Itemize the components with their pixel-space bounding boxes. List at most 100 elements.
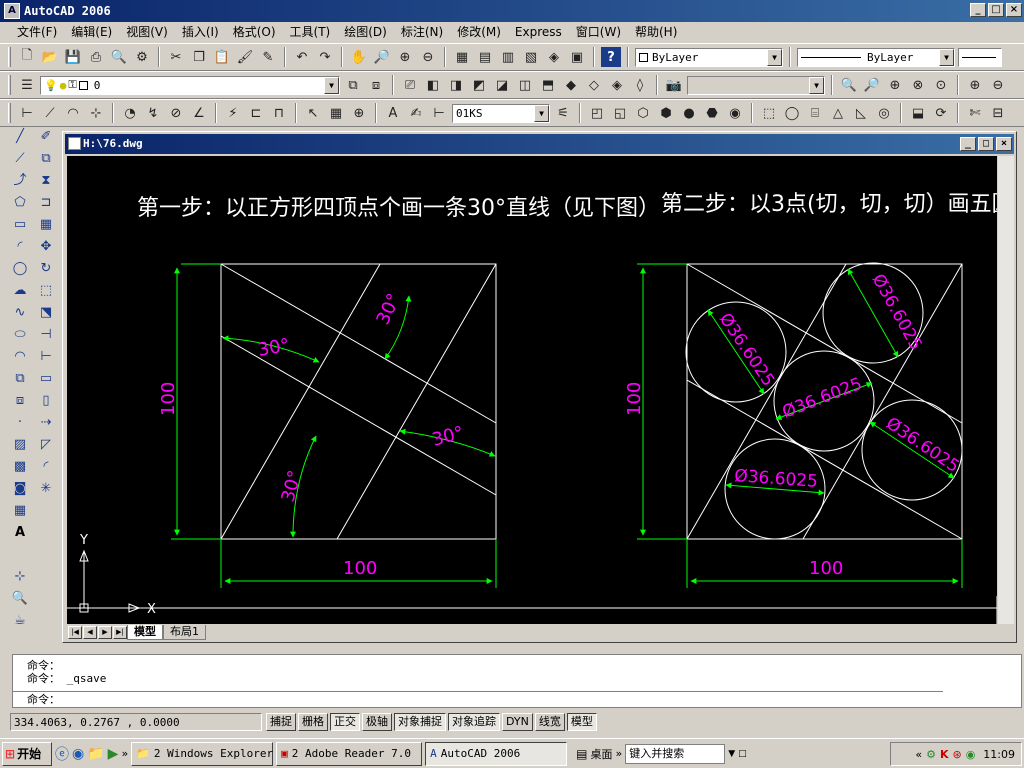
menu-edit[interactable]: 编辑(E) [64,23,119,41]
section-icon[interactable]: ⊟ [988,103,1008,123]
maximize-button[interactable]: □ [988,3,1004,17]
dropdown-arrow-icon[interactable]: ▼ [767,48,782,66]
layer-previous-icon[interactable]: ⧈ [366,75,386,95]
revolve-icon[interactable]: ⟳ [931,103,951,123]
menu-modify[interactable]: 修改(M) [450,23,508,41]
print-icon[interactable]: ⎙ [86,47,106,67]
search-dropdown-icon[interactable]: ▼ [728,749,735,759]
cylinder-icon[interactable]: ⌸ [805,103,825,123]
start-button[interactable]: ⊞ 开始 [2,741,52,766]
dropdown-arrow-icon[interactable]: ▼ [534,104,549,122]
zoom-icon[interactable]: 🔍 [10,588,30,609]
materials-icon[interactable]: ● [679,103,699,123]
linetype-combo[interactable]: ByLayer ▼ [797,47,955,67]
dimension-edit-icon[interactable]: A [383,103,403,123]
open-folder-icon[interactable]: 📂 [40,47,60,67]
right-view-icon[interactable]: ◪ [492,75,512,95]
toolbar-grip[interactable] [8,103,11,123]
copy-icon[interactable]: ❐ [189,47,209,67]
tab-model[interactable]: 模型 [127,625,163,640]
fillet-icon[interactable]: ◜ [36,456,56,477]
desktop-toolbar-label[interactable]: 桌面 [591,746,613,762]
zoom-dynamic-icon[interactable]: 🔎 [862,75,882,95]
array-icon[interactable]: ▦ [36,214,56,235]
dimension-style-icon[interactable]: ⚟ [553,103,573,123]
copy-object-icon[interactable]: ⧉ [36,148,56,169]
extend-icon[interactable]: ⊢ [36,346,56,367]
menu-file[interactable]: 文件(F) [10,23,64,41]
mapping-icon[interactable]: ⬣ [702,103,722,123]
line-icon[interactable]: ╱ [10,126,30,147]
toolbar-more-icon[interactable]: » [616,747,623,760]
status-lineweight-button[interactable]: 线宽 [534,713,565,731]
revision-cloud-icon[interactable]: ☁ [10,280,30,301]
properties-icon[interactable]: ▦ [452,47,472,67]
sw-iso-view-icon[interactable]: ◆ [561,75,581,95]
nw-iso-view-icon[interactable]: ◊ [630,75,650,95]
tray-expand-icon[interactable]: « [915,748,922,761]
prev-tab-icon[interactable]: ◀ [83,626,97,639]
markup-icon[interactable]: ◈ [544,47,564,67]
coordinate-readout[interactable]: 334.4063, 0.2767 , 0.0000 [10,713,262,731]
layer-manager-icon[interactable]: ☰ [17,75,37,95]
dropdown-arrow-icon[interactable]: ▼ [939,48,954,66]
color-combo[interactable]: ByLayer ▼ [635,47,783,67]
chamfer-icon[interactable]: ◸ [36,434,56,455]
zoom-window-icon[interactable]: 🔍 [839,75,859,95]
menu-format[interactable]: 格式(O) [226,23,283,41]
extrude-icon[interactable]: ⬓ [908,103,928,123]
toolbar-grip[interactable] [8,75,11,95]
vertical-scrollbar[interactable] [998,156,1014,624]
lineweight-combo[interactable] [958,47,1002,67]
back-view-icon[interactable]: ⬒ [538,75,558,95]
break-icon[interactable]: ▯ [36,390,56,411]
diameter-dimension-icon[interactable]: ⊘ [166,103,186,123]
insert-block-icon[interactable]: ⧉ [10,368,30,389]
render-teapot-icon[interactable]: ☕ [10,610,30,631]
zoom-window-icon[interactable]: ⊕ [395,47,415,67]
hatch-icon[interactable]: ▨ [10,434,30,455]
zoom-out-icon[interactable]: ⊖ [988,75,1008,95]
first-tab-icon[interactable]: |◀ [68,626,82,639]
layer-combo[interactable]: 💡 ● ⚿ 0 ▼ [40,75,340,95]
table-icon[interactable]: ▦ [10,500,30,521]
last-tab-icon[interactable]: ▶| [113,626,127,639]
dimension-text-edit-icon[interactable]: ✍ [406,103,426,123]
status-grid-button[interactable]: 栅格 [298,713,328,731]
folder-icon[interactable]: 📁 [87,746,104,762]
trim-icon[interactable]: ⊣ [36,324,56,345]
publish-icon[interactable]: ⚙ [132,47,152,67]
mirror-icon[interactable]: ⧗ [36,170,56,191]
menu-insert[interactable]: 插入(I) [175,23,226,41]
design-center-icon[interactable]: ▤ [475,47,495,67]
explorer-icon[interactable]: ◉ [72,746,84,762]
osnap-icon[interactable]: ⊹ [10,566,30,587]
lights-icon[interactable]: ⬢ [656,103,676,123]
stretch-icon[interactable]: ⬔ [36,302,56,323]
bottom-view-icon[interactable]: ◨ [446,75,466,95]
calculator-icon[interactable]: ▣ [567,47,587,67]
desktop-icon[interactable]: ▤ [576,747,587,761]
drawing-maximize-button[interactable]: □ [978,137,994,151]
menu-express[interactable]: Express [508,23,569,41]
toolbar-grip[interactable] [8,47,11,67]
continue-dimension-icon[interactable]: ⊓ [269,103,289,123]
point-icon[interactable]: · [10,412,30,433]
zoom-center-icon[interactable]: ⊗ [908,75,928,95]
spline-icon[interactable]: ∿ [10,302,30,323]
menu-window[interactable]: 窗口(W) [569,23,628,41]
security-icon[interactable]: ⊛ [952,748,961,761]
dimension-update-icon[interactable]: ⊢ [429,103,449,123]
ne-iso-view-icon[interactable]: ◈ [607,75,627,95]
paste-icon[interactable]: 📋 [212,47,232,67]
arc-icon[interactable]: ◜ [10,236,30,257]
angular-dimension-icon[interactable]: ∠ [189,103,209,123]
quicklaunch-more-icon[interactable]: » [121,747,128,760]
clock[interactable]: 11:09 [983,748,1015,761]
quick-leader-icon[interactable]: ↖ [303,103,323,123]
menu-draw[interactable]: 绘图(D) [337,23,394,41]
box-icon[interactable]: ⬚ [759,103,779,123]
menu-tools[interactable]: 工具(T) [283,23,338,41]
background-icon[interactable]: ◉ [725,103,745,123]
command-input[interactable]: 命令： [13,691,943,707]
